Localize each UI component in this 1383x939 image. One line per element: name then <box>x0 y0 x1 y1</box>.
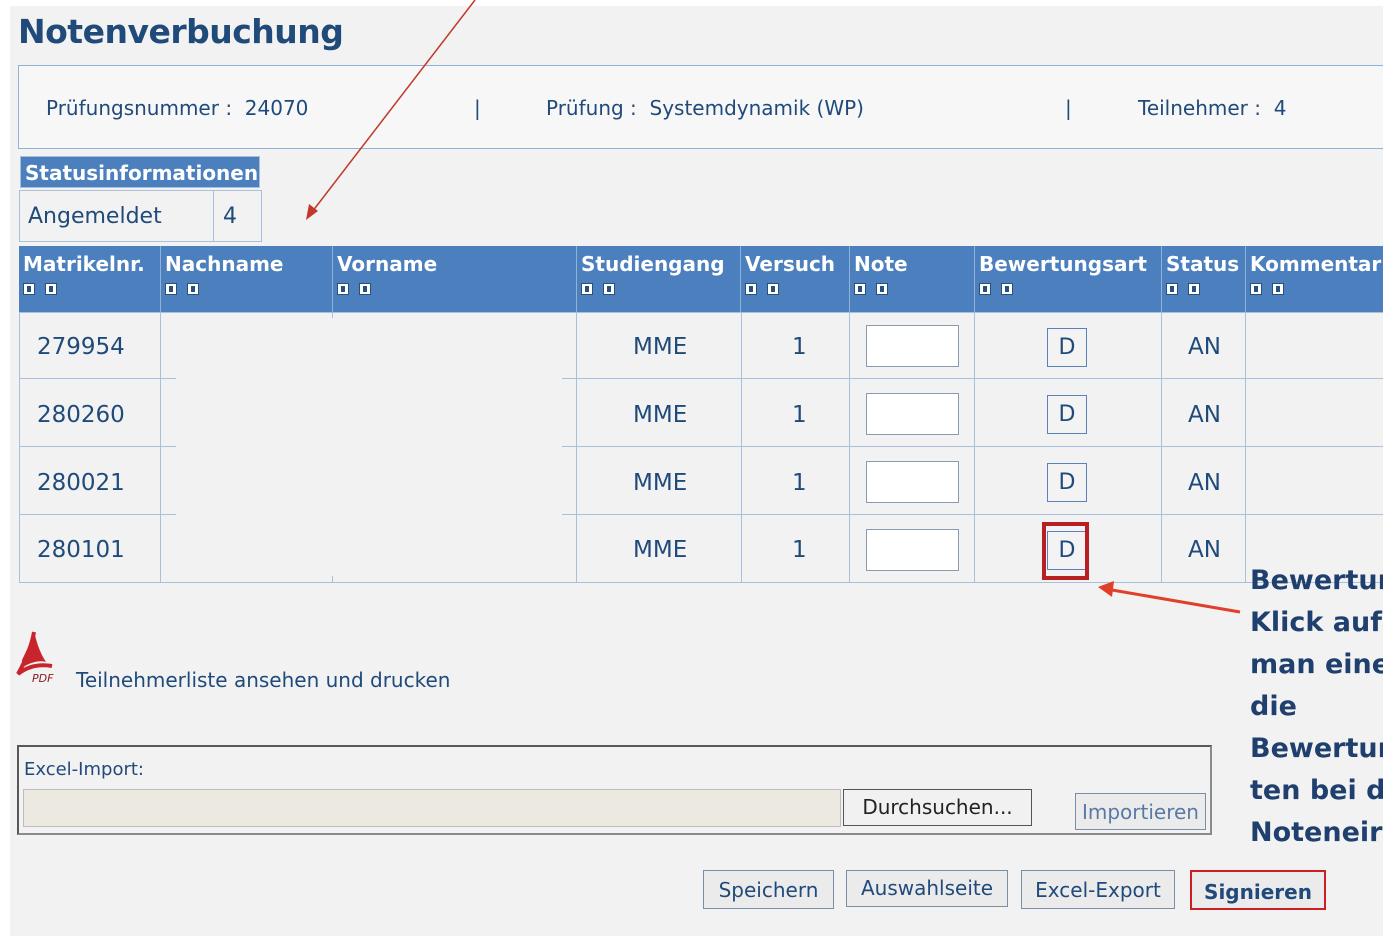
arrow-line <box>1111 588 1241 614</box>
annotation-arrows <box>306 0 1241 614</box>
arrow-line <box>311 0 476 213</box>
arrow-head <box>1098 581 1114 597</box>
